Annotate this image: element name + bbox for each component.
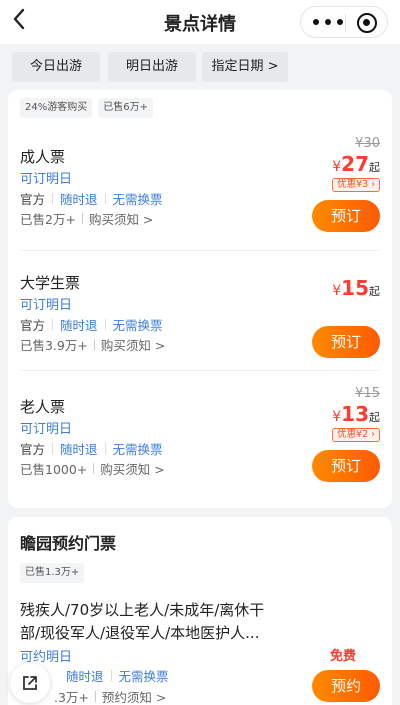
sold-count-tag: 已售1.3万+ bbox=[20, 563, 85, 583]
ticket-item-adult[interactable]: 成人票 可订明日 官方 随时退 无需换票 已售2万+ 购买须知 > ¥30 ¥2… bbox=[20, 134, 380, 234]
ticket-name: 成人票 bbox=[20, 148, 66, 166]
buyer-percent-tag: 24%游客购买 bbox=[20, 98, 93, 118]
ticket-name: 老人票 bbox=[20, 398, 66, 416]
feature-no-exchange: 无需换票 bbox=[112, 442, 163, 457]
ticket-features: 官方 随时退 无需换票 bbox=[20, 315, 163, 334]
book-button[interactable]: 预订 bbox=[312, 200, 380, 232]
availability-text: 可订明日 bbox=[20, 422, 73, 437]
original-price: ¥15 bbox=[355, 386, 380, 401]
current-price: ¥13起 bbox=[332, 402, 380, 426]
sold-count: 已售2万+ bbox=[20, 212, 76, 227]
pick-date-button[interactable]: 指定日期 > bbox=[202, 52, 288, 82]
discount-badge[interactable]: 优惠¥3 › bbox=[332, 178, 380, 192]
ticket-features: 官方 随时退 无需换票 bbox=[20, 189, 163, 208]
feature-refund: 随时退 bbox=[60, 192, 98, 207]
mini-program-capsule bbox=[300, 6, 388, 38]
ticket-sold-row: 已售1000+ 购买须知 > bbox=[20, 459, 165, 478]
feature-refund: 随时退 bbox=[66, 669, 104, 684]
feature-no-exchange: 无需换票 bbox=[112, 318, 163, 333]
ticket-sold-row: .3万+ 预约须知 > bbox=[54, 687, 166, 705]
purchase-notice-link[interactable]: 购买须知 > bbox=[101, 335, 165, 354]
purchase-notice-link[interactable]: 购买须知 > bbox=[100, 459, 164, 478]
feature-official: 官方 bbox=[20, 442, 46, 457]
feature-refund: 随时退 bbox=[60, 318, 98, 333]
sold-count-tag: 已售6万+ bbox=[98, 98, 153, 118]
date-selector-bar: 今日出游 明日出游 指定日期 > bbox=[0, 44, 400, 90]
availability-text: 可订明日 bbox=[20, 298, 73, 313]
reserve-button[interactable]: 预约 bbox=[312, 670, 380, 702]
reservation-card: 瞻园预约门票 已售1.3万+ 残疾人/70岁以上老人/未成年/离休干 部/现役军… bbox=[8, 517, 392, 705]
original-price: ¥30 bbox=[355, 136, 380, 151]
current-price: ¥27起 bbox=[332, 152, 380, 176]
ticket-sold-row: 已售3.9万+ 购买须知 > bbox=[20, 335, 165, 354]
ticket-features: 随时退 无需换票 bbox=[66, 666, 169, 685]
ticket-name: 大学生票 bbox=[20, 274, 81, 292]
capsule-divider bbox=[345, 14, 346, 32]
feature-official: 官方 bbox=[20, 318, 46, 333]
availability-text: 可订明日 bbox=[20, 172, 73, 187]
purchase-notice-link[interactable]: 购买须知 > bbox=[89, 209, 153, 228]
book-button[interactable]: 预订 bbox=[312, 450, 380, 482]
feature-refund: 随时退 bbox=[60, 442, 98, 457]
tomorrow-button[interactable]: 明日出游 bbox=[108, 52, 196, 82]
reservation-notice-link[interactable]: 预约须知 > bbox=[102, 687, 166, 705]
ticket-features: 官方 随时退 无需换票 bbox=[20, 439, 163, 458]
share-icon[interactable] bbox=[10, 663, 50, 703]
feature-official: 官方 bbox=[20, 192, 46, 207]
feature-no-exchange: 无需换票 bbox=[118, 669, 169, 684]
ticket-item-senior[interactable]: 老人票 可订明日 官方 随时退 无需换票 已售1000+ 购买须知 > ¥15 … bbox=[20, 384, 380, 484]
divider bbox=[20, 250, 380, 251]
nav-header: 景点详情 bbox=[0, 0, 400, 44]
eligibility-description: 残疾人/70岁以上老人/未成年/离休干 部/现役军人/退役军人/本地医护人... bbox=[20, 601, 265, 642]
sold-count: .3万+ bbox=[54, 690, 89, 705]
sold-count: 已售1000+ bbox=[20, 462, 88, 477]
book-button[interactable]: 预订 bbox=[312, 326, 380, 358]
ticket-item-student[interactable]: 大学生票 可订明日 官方 随时退 无需换票 已售3.9万+ 购买须知 > ¥15… bbox=[20, 260, 380, 360]
free-price-label: 免费 bbox=[329, 649, 356, 664]
current-price: ¥15起 bbox=[332, 276, 380, 300]
discount-badge[interactable]: 优惠¥2 › bbox=[332, 428, 380, 442]
section-title: 瞻园预约门票 bbox=[20, 534, 117, 553]
divider bbox=[20, 370, 380, 371]
today-button[interactable]: 今日出游 bbox=[12, 52, 100, 82]
target-icon[interactable] bbox=[357, 13, 377, 33]
ticket-sold-row: 已售2万+ 购买须知 > bbox=[20, 209, 153, 228]
feature-no-exchange: 无需换票 bbox=[112, 192, 163, 207]
ticket-card: 24%游客购买 已售6万+ 成人票 可订明日 官方 随时退 无需换票 已售2万+… bbox=[8, 90, 392, 508]
more-dots-icon[interactable] bbox=[313, 19, 343, 27]
sold-count: 已售3.9万+ bbox=[20, 338, 88, 353]
